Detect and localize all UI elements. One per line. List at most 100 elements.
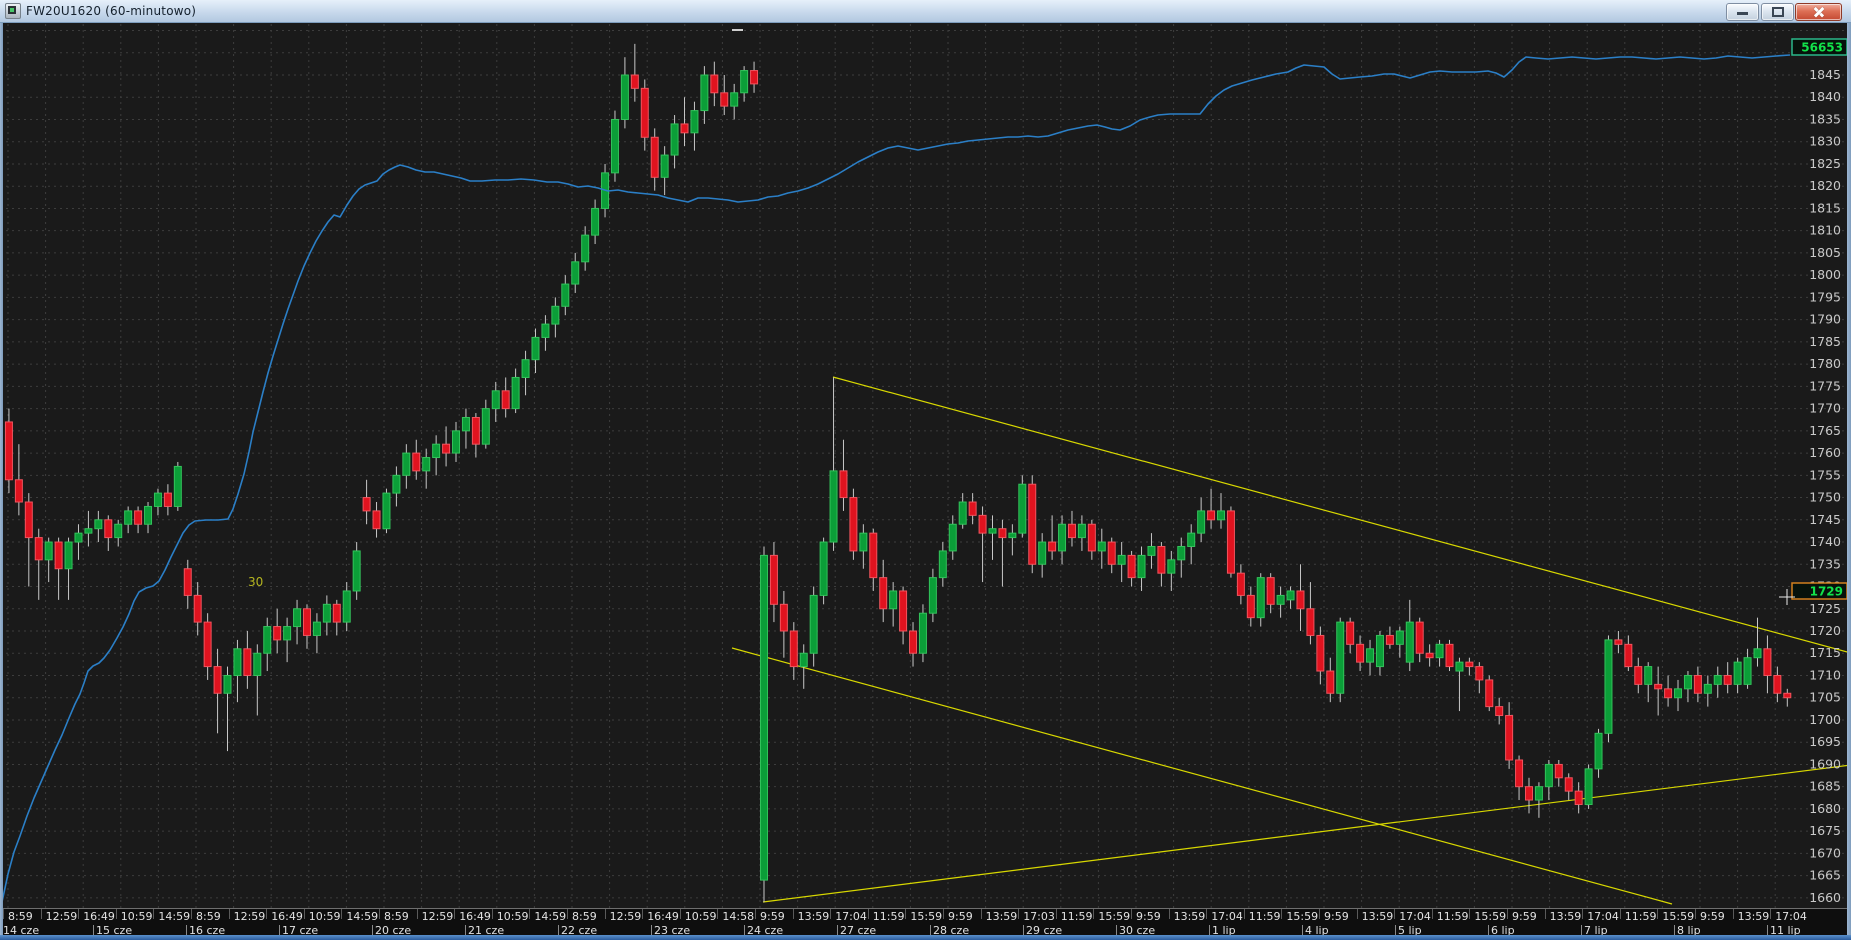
time-tick [1770,909,1772,919]
time-tick [454,909,456,919]
time-label: 13:59 [1173,910,1206,923]
time-tick [266,909,268,919]
time-tick [980,909,982,919]
time-label: 14:59 [158,910,191,923]
time-label: 12:59 [45,910,78,923]
svg-text:1705: 1705 [1809,690,1841,705]
time-tick [303,909,305,919]
time-label: 17:04 [1399,910,1431,923]
price-axis: 1845 1840 1835 1830 1825 1820 1815 1810 1805 1800… [1809,67,1841,905]
time-label: 14:59 [346,910,379,923]
svg-text:1735: 1735 [1809,556,1841,571]
svg-text:1755: 1755 [1809,467,1841,482]
chart-svg[interactable]: 1845 1840 1835 1830 1825 1820 1815 1810 1805 1800… [0,0,1851,940]
svg-text:1675: 1675 [1809,823,1841,838]
time-tick [341,909,343,919]
time-tick [1544,909,1546,919]
time-tick [1018,909,1020,919]
time-label: 8:59 [572,910,597,923]
svg-text:1725: 1725 [1809,601,1841,616]
window-right-border [1847,22,1851,940]
close-icon [1796,4,1841,20]
time-label: 8:59 [384,910,409,923]
time-tick [228,909,230,919]
window-title: FW20U1620 (60-minutowo) [26,4,197,18]
svg-text:1690: 1690 [1809,756,1841,771]
time-tick [830,909,832,919]
time-label: 8:59 [196,910,221,923]
time-label: 16:49 [459,910,491,923]
svg-text:1715: 1715 [1809,645,1841,660]
time-tick [567,909,568,919]
svg-text:1665: 1665 [1809,868,1841,883]
time-tick [604,909,606,919]
time-tick [379,909,380,919]
time-tick [191,909,192,919]
svg-text:1845: 1845 [1809,67,1841,82]
time-label: 12:59 [233,910,266,923]
time-tick [792,909,794,919]
svg-text:1685: 1685 [1809,779,1841,794]
candles-layer [0,43,1792,903]
time-label: 13:59 [797,910,830,923]
time-label: 9:59 [1136,910,1161,923]
svg-text:1825: 1825 [1809,156,1841,171]
time-label: 15:59 [1474,910,1507,923]
time-tick [1657,909,1659,919]
time-tick [1319,909,1320,919]
time-label: 12:59 [421,910,454,923]
svg-text:1830: 1830 [1809,134,1841,149]
time-label: 10:59 [684,910,717,923]
time-label: 10:59 [496,910,529,923]
svg-text:1740: 1740 [1809,534,1841,549]
svg-text:1790: 1790 [1809,312,1841,327]
time-tick [115,909,117,919]
time-label: 13:59 [1737,910,1770,923]
time-tick [755,909,756,919]
time-label: 13:59 [1361,910,1394,923]
svg-text:1700: 1700 [1809,712,1841,727]
chart-window: FW20U1620 (60-minutowo) 1845 1840 1835 1830… [0,0,1851,940]
markers-layer: 30 56653 1729 [248,29,1848,600]
time-label: 11:59 [1436,910,1469,923]
time-tick [1206,909,1208,919]
svg-text:1780: 1780 [1809,356,1841,371]
time-label: 14:59 [534,910,567,923]
svg-text:1680: 1680 [1809,801,1841,816]
titlebar[interactable]: FW20U1620 (60-minutowo) [0,0,1851,23]
time-label: 11:59 [1248,910,1281,923]
time-tick [1507,909,1508,919]
time-label: 14:58 [722,910,755,923]
svg-text:1745: 1745 [1809,512,1841,527]
svg-text:1710: 1710 [1809,667,1841,682]
svg-text:1805: 1805 [1809,245,1841,260]
time-label: 13:59 [1549,910,1582,923]
time-label: 17:04 [1587,910,1619,923]
time-axis: 8:59 12:59 16:49 10:59 14:59 8:59 12:59 16:49 10… [0,908,1847,925]
svg-text:1785: 1785 [1809,334,1841,349]
time-label: 15:59 [1098,910,1131,923]
time-label: 15:59 [1662,910,1695,923]
svg-text:1810: 1810 [1809,223,1841,238]
svg-text:1835: 1835 [1809,111,1841,126]
svg-text:1695: 1695 [1809,734,1841,749]
time-label: 10:59 [308,910,341,923]
time-tick [153,909,155,919]
window-left-border [0,22,3,940]
time-tick [1055,909,1057,919]
svg-text:1760: 1760 [1809,445,1841,460]
time-label: 11:59 [872,910,905,923]
close-button[interactable] [1795,3,1842,21]
svg-text:1770: 1770 [1809,401,1841,416]
maximize-button[interactable] [1761,3,1794,21]
minimize-button[interactable] [1726,3,1759,21]
window-bottom-border [0,935,1851,940]
time-label: 17:04 [835,910,867,923]
time-label: 12:59 [609,910,642,923]
app-icon [5,3,21,19]
time-tick [3,909,4,919]
time-label: 9:59 [1512,910,1537,923]
time-label: 9:59 [1700,910,1725,923]
svg-text:1795: 1795 [1809,289,1841,304]
time-label: 17:04 [1211,910,1243,923]
